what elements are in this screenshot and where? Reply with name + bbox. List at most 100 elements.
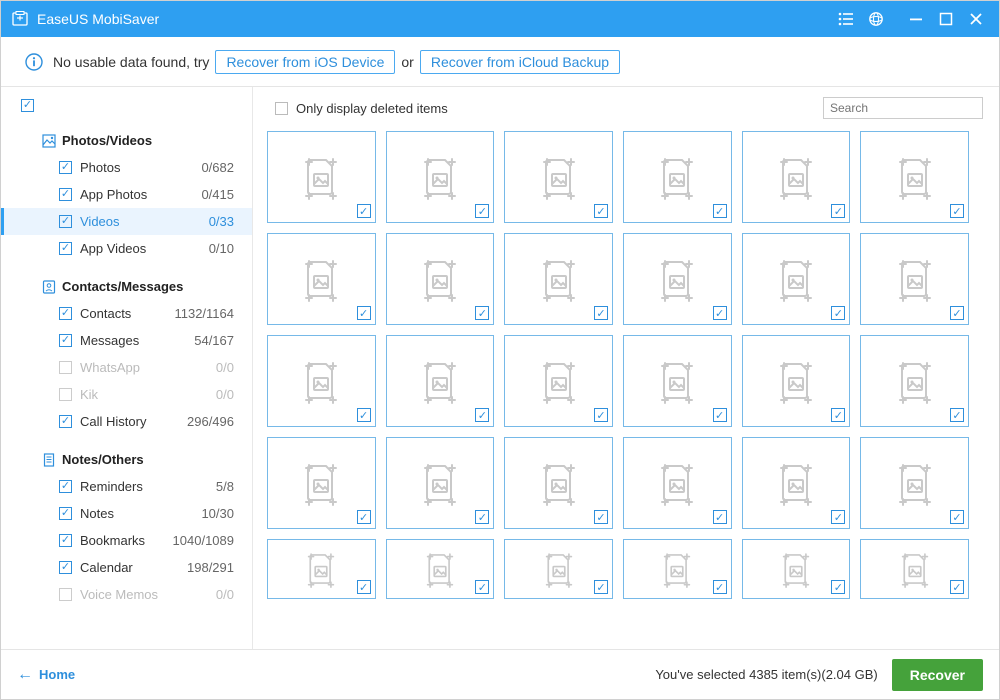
only-deleted-checkbox[interactable] <box>275 102 288 115</box>
thumbnail-item[interactable] <box>860 335 969 427</box>
sidebar-item-checkbox[interactable] <box>59 534 72 547</box>
thumbnail-checkbox[interactable] <box>357 580 371 594</box>
thumbnail-item[interactable] <box>504 131 613 223</box>
thumbnail-item[interactable] <box>386 335 495 427</box>
thumbnail-item[interactable] <box>267 335 376 427</box>
thumbnail-checkbox[interactable] <box>357 204 371 218</box>
sidebar-group-header[interactable]: Photos/Videos <box>1 130 252 154</box>
thumbnail-item[interactable] <box>742 539 851 599</box>
thumbnail-checkbox[interactable] <box>950 510 964 524</box>
sidebar-item-checkbox[interactable] <box>59 480 72 493</box>
thumbnail-item[interactable] <box>860 233 969 325</box>
thumbnail-checkbox[interactable] <box>950 204 964 218</box>
thumbnail-item[interactable] <box>504 539 613 599</box>
thumbnail-item[interactable] <box>267 131 376 223</box>
maximize-icon[interactable] <box>933 6 959 32</box>
thumbnail-item[interactable] <box>742 437 851 529</box>
thumbnail-item[interactable] <box>267 437 376 529</box>
thumbnail-checkbox[interactable] <box>475 204 489 218</box>
thumbnail-checkbox[interactable] <box>357 510 371 524</box>
thumbnail-checkbox[interactable] <box>475 306 489 320</box>
thumbnail-checkbox[interactable] <box>831 306 845 320</box>
sidebar-item[interactable]: Contacts1132/1164 <box>1 300 252 327</box>
thumbnail-item[interactable] <box>742 131 851 223</box>
sidebar-group-header[interactable]: Notes/Others <box>1 449 252 473</box>
thumbnail-checkbox[interactable] <box>713 306 727 320</box>
thumbnail-checkbox[interactable] <box>713 580 727 594</box>
thumbnail-checkbox[interactable] <box>713 510 727 524</box>
thumbnail-checkbox[interactable] <box>357 408 371 422</box>
thumbnail-checkbox[interactable] <box>831 204 845 218</box>
thumbnail-checkbox[interactable] <box>475 580 489 594</box>
sidebar-item-checkbox[interactable] <box>59 507 72 520</box>
thumbnail-checkbox[interactable] <box>831 510 845 524</box>
sidebar-item[interactable]: Notes10/30 <box>1 500 252 527</box>
thumbnail-checkbox[interactable] <box>950 306 964 320</box>
thumbnail-checkbox[interactable] <box>594 204 608 218</box>
sidebar-item-checkbox[interactable] <box>59 161 72 174</box>
sidebar-item[interactable]: Calendar198/291 <box>1 554 252 581</box>
thumbnail-item[interactable] <box>267 539 376 599</box>
thumbnail-checkbox[interactable] <box>594 306 608 320</box>
thumbnail-item[interactable] <box>504 233 613 325</box>
thumbnail-item[interactable] <box>623 437 732 529</box>
sidebar-item-checkbox[interactable] <box>59 215 72 228</box>
thumbnail-item[interactable] <box>860 437 969 529</box>
sidebar-item[interactable]: Messages54/167 <box>1 327 252 354</box>
sidebar-item[interactable]: Videos0/33 <box>1 208 252 235</box>
search-input[interactable] <box>823 97 983 119</box>
sidebar-item-checkbox[interactable] <box>59 307 72 320</box>
globe-icon[interactable] <box>863 6 889 32</box>
thumbnail-grid-scroll[interactable] <box>253 129 999 649</box>
thumbnail-item[interactable] <box>742 233 851 325</box>
thumbnail-item[interactable] <box>386 539 495 599</box>
select-all-checkbox[interactable] <box>1 97 252 116</box>
sidebar-item-checkbox[interactable] <box>59 188 72 201</box>
sidebar-group-header[interactable]: Contacts/Messages <box>1 276 252 300</box>
sidebar-item-checkbox[interactable] <box>59 561 72 574</box>
thumbnail-checkbox[interactable] <box>475 510 489 524</box>
close-icon[interactable] <box>963 6 989 32</box>
thumbnail-checkbox[interactable] <box>713 204 727 218</box>
thumbnail-checkbox[interactable] <box>831 580 845 594</box>
recover-icloud-button[interactable]: Recover from iCloud Backup <box>420 50 620 74</box>
sidebar-item[interactable]: Bookmarks1040/1089 <box>1 527 252 554</box>
recover-ios-button[interactable]: Recover from iOS Device <box>215 50 395 74</box>
thumbnail-item[interactable] <box>860 539 969 599</box>
sidebar-item[interactable]: Call History296/496 <box>1 408 252 435</box>
thumbnail-checkbox[interactable] <box>594 510 608 524</box>
thumbnail-item[interactable] <box>267 233 376 325</box>
thumbnail-checkbox[interactable] <box>594 408 608 422</box>
minimize-icon[interactable] <box>903 6 929 32</box>
thumbnail-checkbox[interactable] <box>357 306 371 320</box>
thumbnail-checkbox[interactable] <box>950 408 964 422</box>
thumbnail-item[interactable] <box>623 335 732 427</box>
sidebar-item-label: Kik <box>80 387 216 402</box>
thumbnail-checkbox[interactable] <box>831 408 845 422</box>
recover-button[interactable]: Recover <box>892 659 983 691</box>
thumbnail-checkbox[interactable] <box>594 580 608 594</box>
thumbnail-item[interactable] <box>504 437 613 529</box>
thumbnail-item[interactable] <box>386 131 495 223</box>
sidebar-item[interactable]: Reminders5/8 <box>1 473 252 500</box>
thumbnail-item[interactable] <box>742 335 851 427</box>
sidebar-item-checkbox[interactable] <box>59 242 72 255</box>
thumbnail-item[interactable] <box>623 539 732 599</box>
thumbnail-checkbox[interactable] <box>475 408 489 422</box>
thumbnail-item[interactable] <box>623 131 732 223</box>
sidebar-item[interactable]: Photos0/682 <box>1 154 252 181</box>
thumbnail-item[interactable] <box>504 335 613 427</box>
thumbnail-checkbox[interactable] <box>713 408 727 422</box>
thumbnail-item[interactable] <box>860 131 969 223</box>
home-link[interactable]: ← Home <box>17 666 75 684</box>
thumbnail-item[interactable] <box>623 233 732 325</box>
list-menu-icon[interactable] <box>833 6 859 32</box>
thumbnail-item[interactable] <box>386 437 495 529</box>
sidebar-item-checkbox[interactable] <box>59 415 72 428</box>
app-title: EaseUS MobiSaver <box>37 11 159 27</box>
sidebar-item[interactable]: App Photos0/415 <box>1 181 252 208</box>
thumbnail-item[interactable] <box>386 233 495 325</box>
sidebar-item[interactable]: App Videos0/10 <box>1 235 252 262</box>
sidebar-item-checkbox[interactable] <box>59 334 72 347</box>
thumbnail-checkbox[interactable] <box>950 580 964 594</box>
